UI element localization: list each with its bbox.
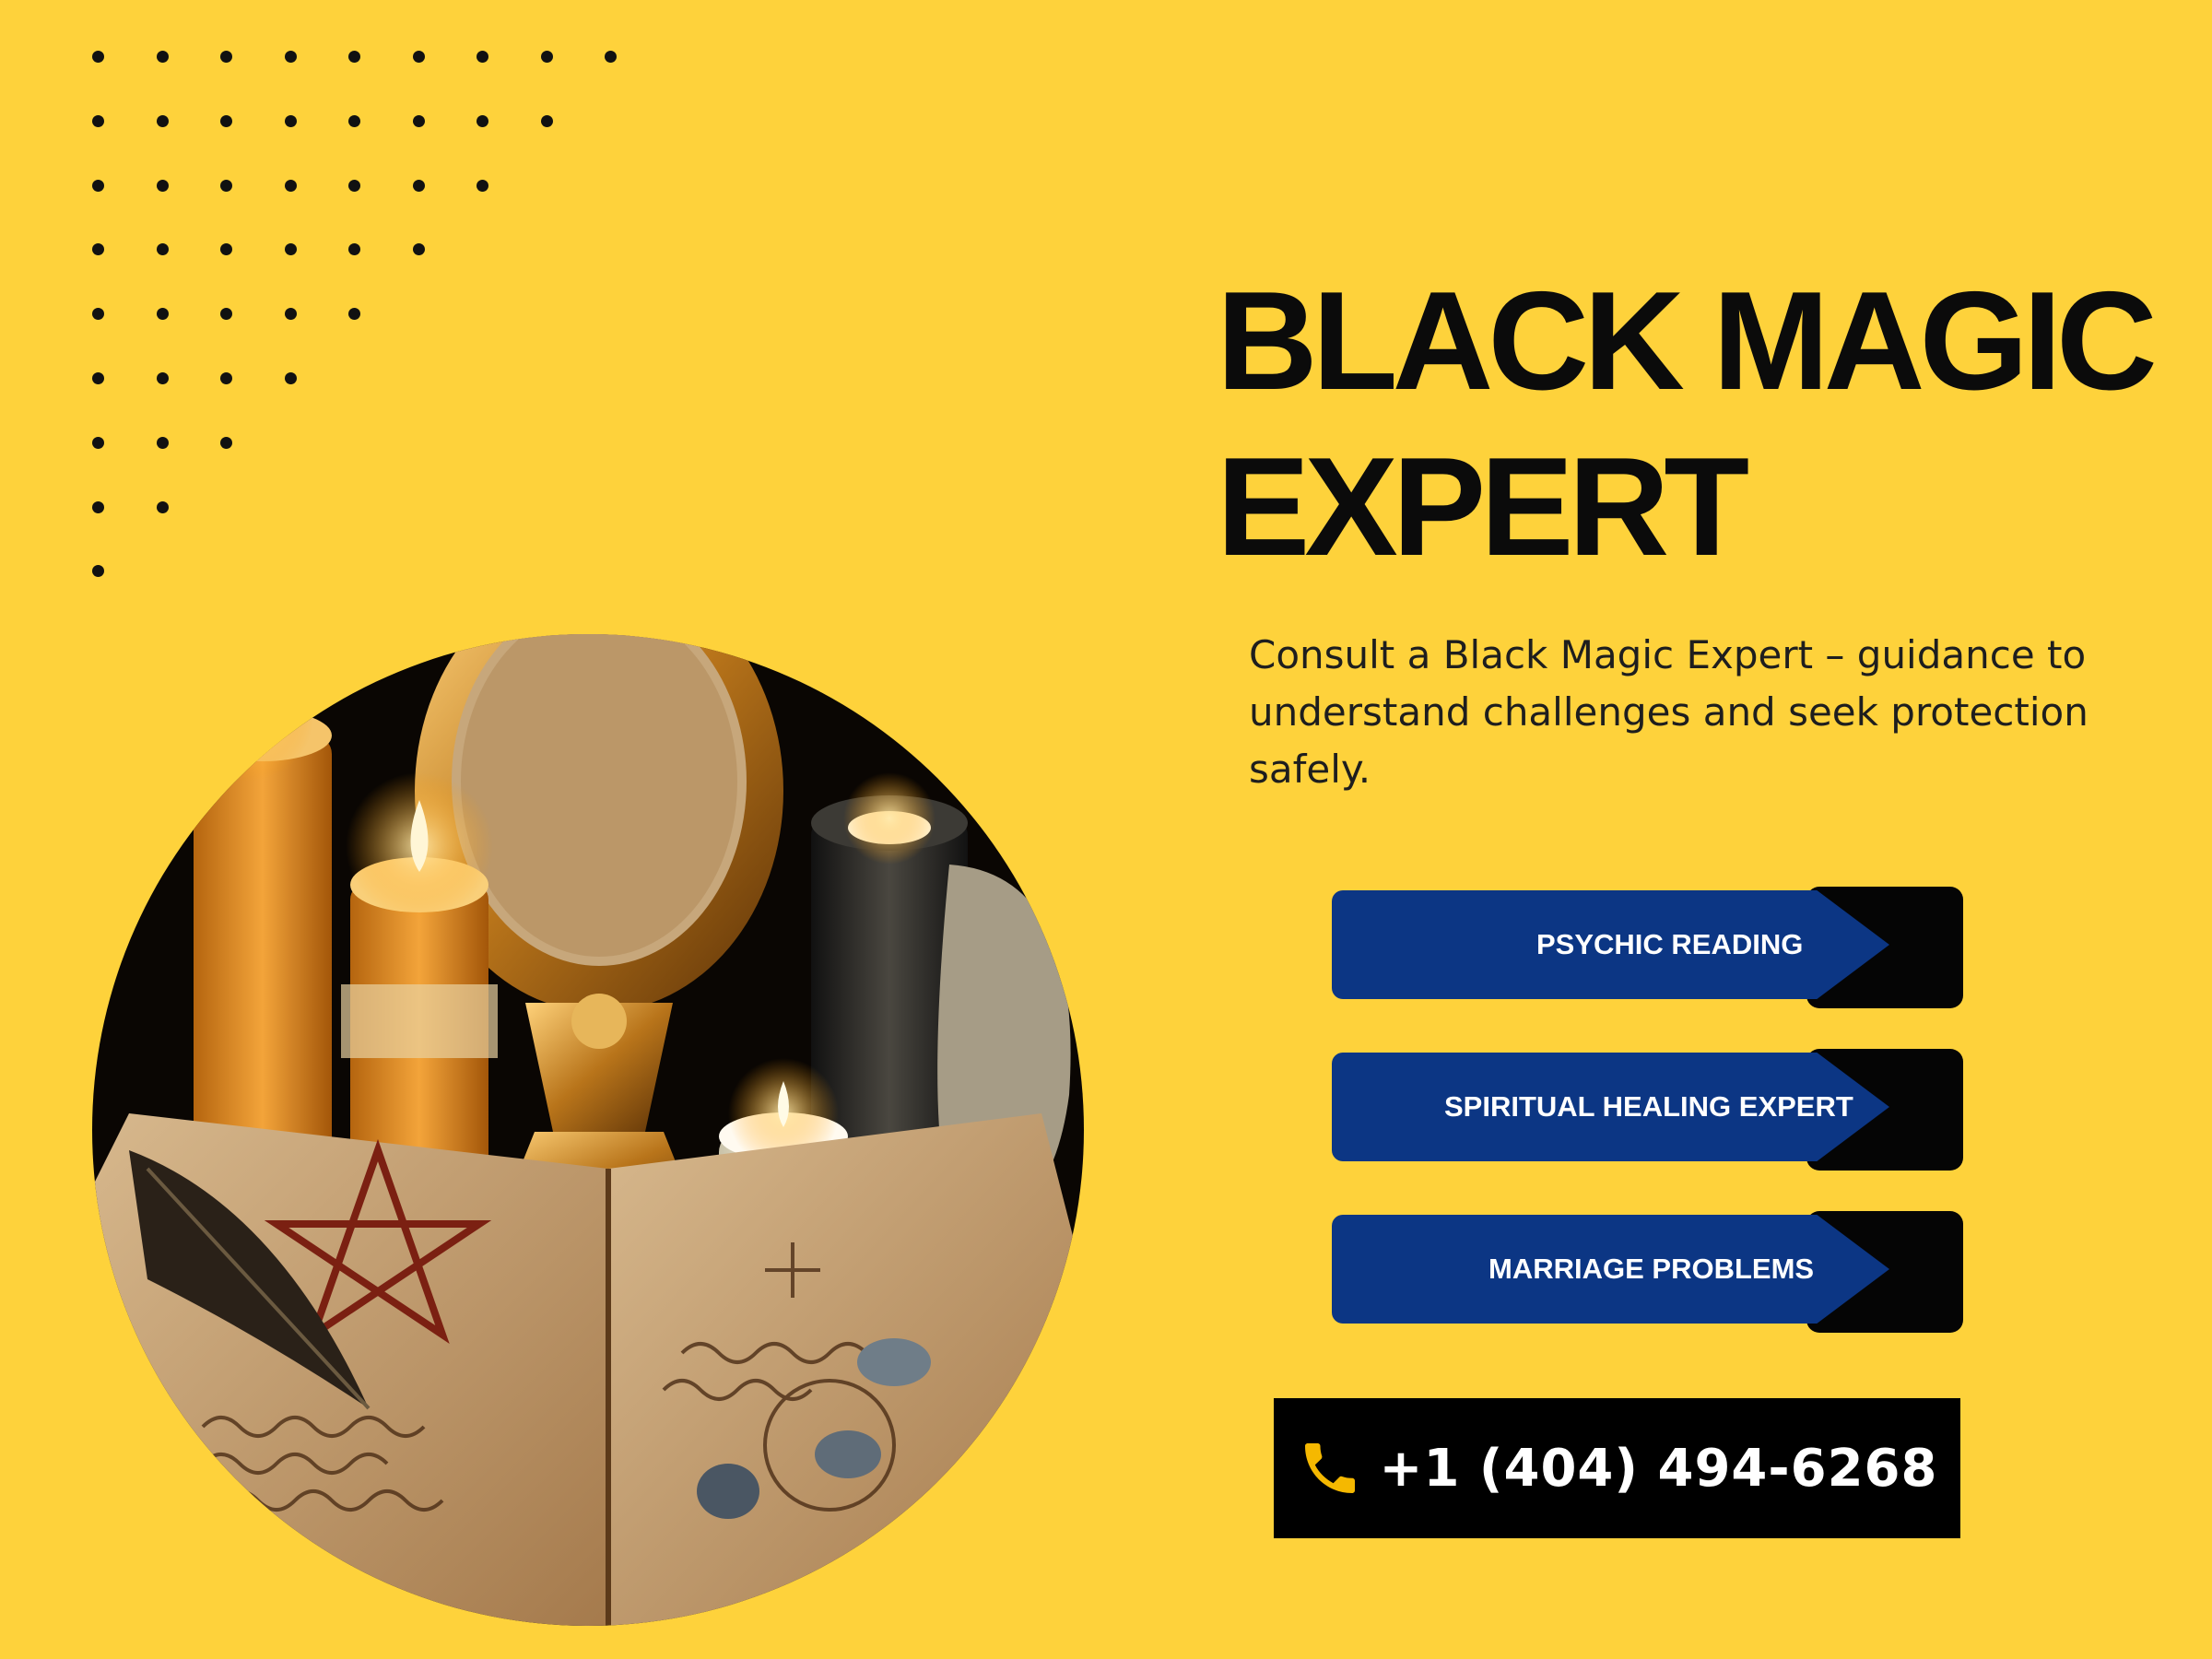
title-line-2: EXPERT [1217,429,1749,585]
decorative-dot [220,372,232,384]
decorative-dot [92,51,104,63]
decorative-dot [348,308,360,321]
decorative-dot [156,51,169,63]
spiritual-healing-expert-button[interactable]: SPIRITUAL HEALING EXPERT [1332,1049,1963,1171]
decorative-dot [477,114,488,127]
decorative-dot [92,565,104,578]
decorative-dot [348,114,360,127]
decorative-dot [92,243,104,256]
decorative-dot [540,51,553,63]
decorative-dot [605,51,617,63]
decorative-dot [92,436,104,449]
decorative-dot [284,372,297,384]
decorative-dot [284,51,297,63]
decorative-dot [348,243,360,256]
decorative-dot [477,179,488,192]
decorative-dot [412,114,425,127]
decorative-dot [156,179,169,192]
marriage-problems-button[interactable]: MARRIAGE PROBLEMS [1332,1211,1963,1333]
decorative-dot [412,179,425,192]
decorative-dot [220,308,232,321]
phone-icon [1304,1443,1355,1493]
decorative-dot [412,51,425,63]
decorative-dot [284,114,297,127]
decorative-dot [220,243,232,256]
decorative-dot [92,179,104,192]
decorative-dot [92,500,104,513]
decorative-dot [220,436,232,449]
marriage-problems-label: MARRIAGE PROBLEMS [1488,1253,1815,1285]
spiritual-healing-expert-label: SPIRITUAL HEALING EXPERT [1444,1090,1853,1123]
decorative-dot [477,51,488,63]
decorative-dot [220,114,232,127]
decorative-dot [284,179,297,192]
decorative-dot [540,114,553,127]
decorative-dot-grid [0,0,645,599]
decorative-dot [156,500,169,513]
decorative-dot [220,51,232,63]
page-title: BLACK MAGIC EXPERT [1217,258,2194,590]
phone-call-button[interactable]: +1 (404) 494-6268 [1274,1398,1960,1538]
decorative-dot [412,243,425,256]
psychic-reading-button[interactable]: PSYCHIC READING [1332,887,1963,1008]
psychic-reading-label: PSYCHIC READING [1536,928,1804,960]
decorative-dot [284,308,297,321]
ritual-candles-image [92,634,1084,1626]
decorative-dot [92,114,104,127]
phone-number: +1 (404) 494-6268 [1379,1438,1938,1499]
decorative-dot [284,243,297,256]
decorative-dot [156,308,169,321]
decorative-dot [156,436,169,449]
decorative-dot [348,51,360,63]
decorative-dot [156,243,169,256]
decorative-dot [348,179,360,192]
decorative-dot [92,372,104,384]
decorative-dot [156,114,169,127]
decorative-dot [220,179,232,192]
title-line-1: BLACK MAGIC [1217,263,2158,419]
decorative-dot [156,372,169,384]
hero-description: Consult a Black Magic Expert – guidance … [1249,632,2088,792]
decorative-dot [92,308,104,321]
